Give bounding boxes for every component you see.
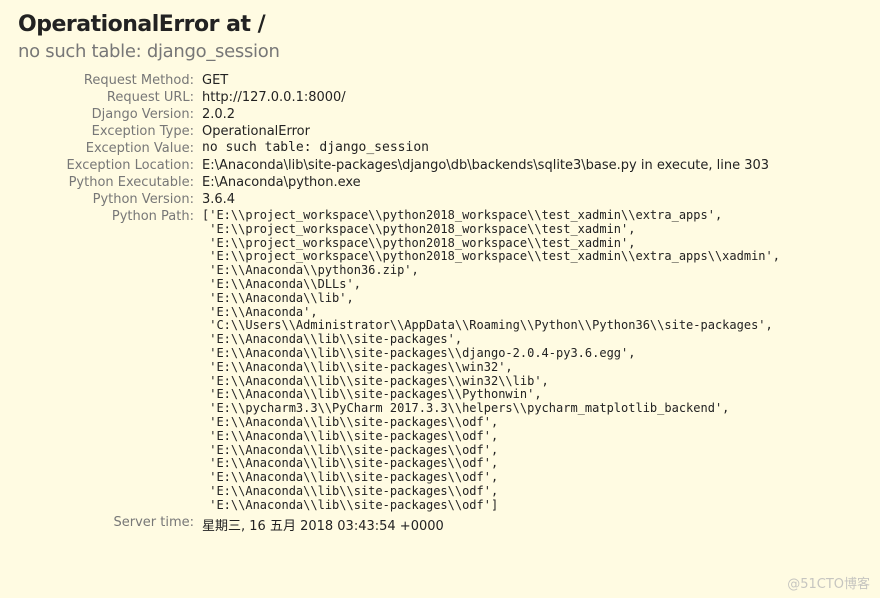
label-python-path: Python Path: [18, 208, 202, 514]
row-request-method: Request Method: GET [18, 72, 862, 89]
label-python-executable: Python Executable: [18, 174, 202, 191]
error-title: OperationalError at / [18, 12, 862, 37]
value-python-executable: E:\Anaconda\python.exe [202, 174, 862, 191]
row-django-version: Django Version: 2.0.2 [18, 106, 862, 123]
row-request-url: Request URL: http://127.0.0.1:8000/ [18, 89, 862, 106]
value-server-time: 星期三, 16 五月 2018 03:43:54 +0000 [202, 514, 862, 535]
row-server-time: Server time: 星期三, 16 五月 2018 03:43:54 +0… [18, 514, 862, 535]
value-python-path: ['E:\\project_workspace\\python2018_work… [202, 208, 862, 514]
label-server-time: Server time: [18, 514, 202, 535]
row-exception-location: Exception Location: E:\Anaconda\lib\site… [18, 157, 862, 174]
label-django-version: Django Version: [18, 106, 202, 123]
label-python-version: Python Version: [18, 191, 202, 208]
row-python-version: Python Version: 3.6.4 [18, 191, 862, 208]
label-exception-value: Exception Value: [18, 140, 202, 157]
value-request-method: GET [202, 72, 862, 89]
value-django-version: 2.0.2 [202, 106, 862, 123]
row-exception-type: Exception Type: OperationalError [18, 123, 862, 140]
row-python-path: Python Path: ['E:\\project_workspace\\py… [18, 208, 862, 514]
label-exception-location: Exception Location: [18, 157, 202, 174]
watermark: @51CTO博客 [787, 573, 870, 592]
row-exception-value: Exception Value: no such table: django_s… [18, 140, 862, 157]
value-exception-type: OperationalError [202, 123, 862, 140]
value-exception-location: E:\Anaconda\lib\site-packages\django\db\… [202, 157, 862, 174]
value-python-version: 3.6.4 [202, 191, 862, 208]
label-request-url: Request URL: [18, 89, 202, 106]
error-subtitle: no such table: django_session [18, 41, 862, 62]
label-exception-type: Exception Type: [18, 123, 202, 140]
row-python-executable: Python Executable: E:\Anaconda\python.ex… [18, 174, 862, 191]
request-metadata-table: Request Method: GET Request URL: http://… [18, 72, 862, 535]
value-request-url: http://127.0.0.1:8000/ [202, 89, 862, 106]
python-path-list: ['E:\\project_workspace\\python2018_work… [202, 209, 862, 513]
error-summary: OperationalError at / no such table: dja… [0, 0, 880, 539]
value-exception-value: no such table: django_session [202, 140, 862, 157]
label-request-method: Request Method: [18, 72, 202, 89]
